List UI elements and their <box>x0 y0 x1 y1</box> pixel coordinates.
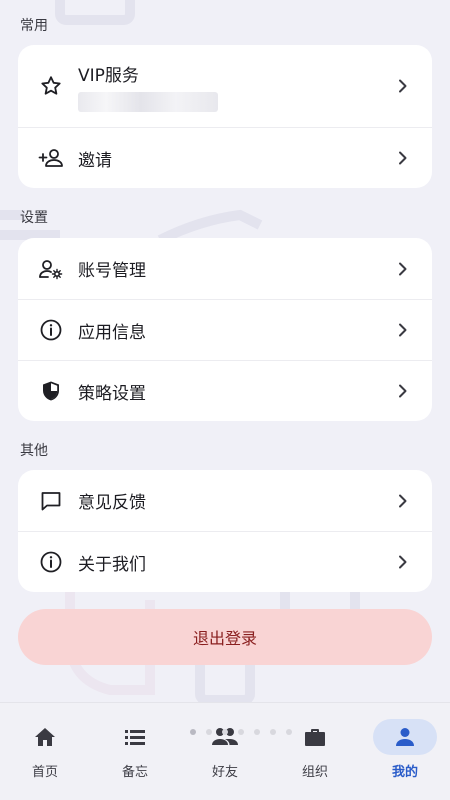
chevron-right-icon <box>396 151 410 165</box>
about-us-label: 关于我们 <box>78 554 146 575</box>
tab-organization-label: 组织 <box>301 765 328 780</box>
star-icon <box>38 73 64 99</box>
page-dot <box>190 729 196 735</box>
shield-icon <box>38 378 64 404</box>
invite-item[interactable]: 邀请 <box>18 127 432 188</box>
tab-organization[interactable]: 组织 <box>270 703 360 800</box>
info-icon <box>38 317 64 343</box>
app-info-item[interactable]: 应用信息 <box>18 299 432 360</box>
person-add-icon <box>38 145 64 171</box>
tab-memo[interactable]: 备忘 <box>90 703 180 800</box>
person-icon <box>373 719 437 755</box>
page-dot <box>206 729 212 735</box>
tab-mine[interactable]: 我的 <box>360 703 450 800</box>
section-title-common: 常用 <box>20 18 48 34</box>
vip-service-label: VIP服务 <box>78 65 139 86</box>
app-info-label: 应用信息 <box>78 322 146 343</box>
page-indicator <box>190 729 292 735</box>
logout-button[interactable]: 退出登录 <box>18 609 432 665</box>
about-us-item[interactable]: 关于我们 <box>18 531 432 592</box>
chevron-right-icon <box>396 384 410 398</box>
account-management-label: 账号管理 <box>78 261 146 281</box>
list-icon <box>103 719 167 755</box>
card-common: VIP服务 邀请 <box>18 45 432 188</box>
tab-memo-label: 备忘 <box>121 765 148 780</box>
chevron-right-icon <box>396 262 410 276</box>
page-dot <box>254 729 260 735</box>
account-management-item[interactable]: 账号管理 <box>18 238 432 299</box>
page-dot <box>270 729 276 735</box>
account-settings-icon <box>38 256 64 282</box>
section-title-settings: 设置 <box>20 210 48 226</box>
tab-home[interactable]: 首页 <box>0 703 90 800</box>
page-dot <box>222 729 228 735</box>
briefcase-icon <box>283 719 347 755</box>
tab-mine-label: 我的 <box>391 765 418 780</box>
page-dot <box>238 729 244 735</box>
invite-label: 邀请 <box>78 150 112 171</box>
feedback-item[interactable]: 意见反馈 <box>18 470 432 531</box>
vip-service-item[interactable]: VIP服务 <box>18 45 432 127</box>
info-icon <box>38 549 64 575</box>
page-dot <box>286 729 292 735</box>
chevron-right-icon <box>396 323 410 337</box>
people-icon <box>193 719 257 755</box>
feedback-label: 意见反馈 <box>78 493 146 513</box>
bottom-tab-bar: 首页 备忘 好友 组织 我的 <box>0 702 450 800</box>
tab-home-label: 首页 <box>31 765 58 780</box>
section-title-other: 其他 <box>20 443 48 459</box>
tab-friends-label: 好友 <box>211 765 238 780</box>
feedback-icon <box>38 488 64 514</box>
card-settings: 账号管理 应用信息 策略设置 <box>18 238 432 421</box>
policy-settings-item[interactable]: 策略设置 <box>18 360 432 421</box>
tab-friends[interactable]: 好友 <box>180 703 270 800</box>
policy-settings-label: 策略设置 <box>78 383 146 404</box>
card-other: 意见反馈 关于我们 <box>18 470 432 592</box>
chevron-right-icon <box>396 79 410 93</box>
chevron-right-icon <box>396 494 410 508</box>
home-icon <box>13 719 77 755</box>
vip-status-redacted <box>78 91 218 112</box>
chevron-right-icon <box>396 555 410 569</box>
